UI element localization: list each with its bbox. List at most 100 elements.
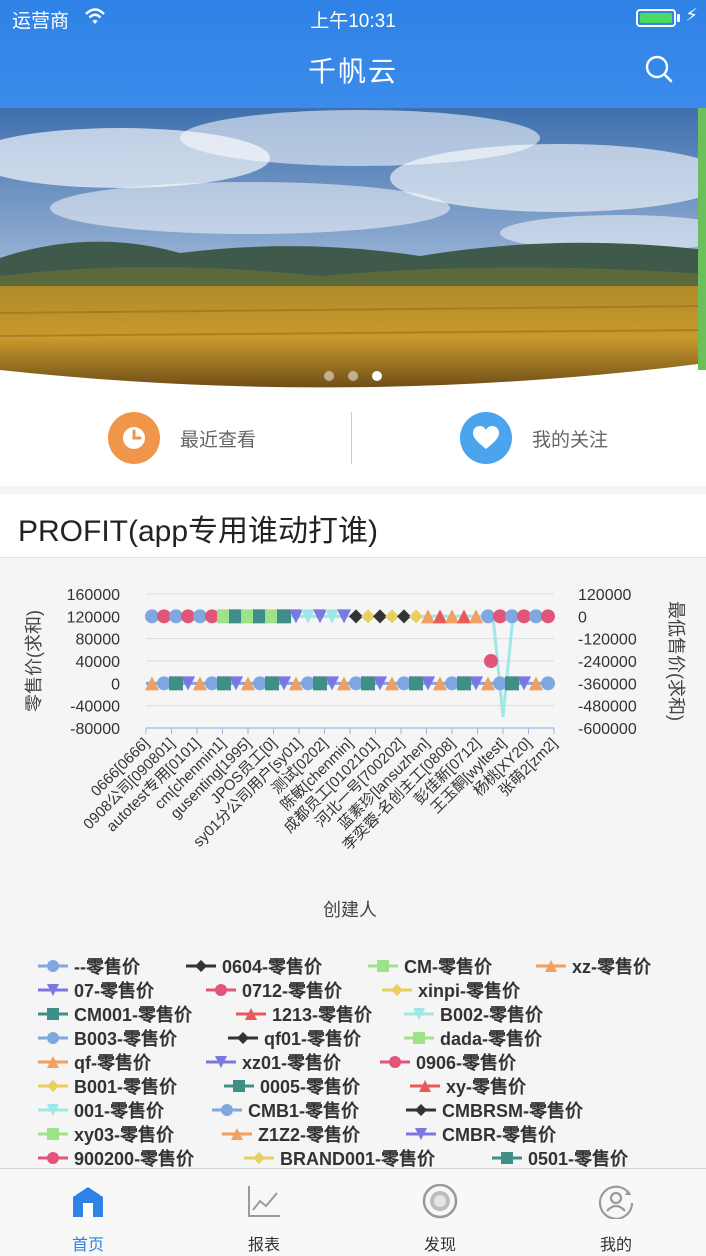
legend-item[interactable]: xz-零售价 [536,954,651,978]
legend-item[interactable]: B001-零售价 [38,1074,177,1098]
carousel-dots[interactable] [0,368,706,386]
chart-point [361,676,375,691]
legend-marker-icon [38,1032,68,1044]
legend-marker-icon [222,1128,252,1140]
banner-carousel[interactable] [0,108,706,390]
chart-point [385,609,399,624]
chart-point [493,609,507,624]
legend-item[interactable]: B002-零售价 [404,1002,543,1026]
tab-profile-label: 我的 [599,1237,632,1254]
chart-point [361,609,375,624]
report-header[interactable]: PROFIT(app专用谁动打谁) [0,494,706,558]
tab-bar: 首页 报表 发现 我的 [0,1168,706,1256]
chart-point [505,609,519,624]
y-left-tick-label: 120000 [67,609,120,626]
chart-point [529,609,543,624]
chart-point [505,676,519,691]
legend-marker-icon [228,1032,258,1044]
quick-link-recent[interactable]: 最近查看 [108,412,256,464]
chart-point [205,676,219,691]
status-bar: 运营商 上午10:31 ⚡ [0,0,706,36]
profile-icon [598,1185,634,1219]
legend-item[interactable]: 1213-零售价 [236,1002,372,1026]
charging-icon: ⚡ [685,5,698,25]
legend-marker-icon [536,960,566,972]
chart-point [169,609,183,624]
chart-point [517,609,531,624]
legend-label: xz-零售价 [572,957,652,977]
chart-icon [248,1186,280,1217]
chart-point [349,609,363,624]
legend-label: 0712-零售价 [242,981,343,1001]
y-left-tick-label: 40000 [76,654,121,671]
tab-discover-label: 发现 [423,1237,456,1254]
search-icon[interactable] [644,54,674,84]
legend-item[interactable]: 0005-零售价 [224,1074,360,1098]
chart-point [169,676,183,691]
legend-label: 0604-零售价 [222,957,323,977]
legend-item[interactable]: 001-零售价 [38,1098,164,1122]
legend-item[interactable]: 0712-零售价 [206,978,342,1002]
x-axis-title: 创建人 [323,900,377,920]
report-chart[interactable]: 160000 120000 80000 40000 0 -40000 -80000 12000… [0,576,706,1170]
legend-row: 07-零售价 0712-零售价 xinpi-零售价 [38,978,678,1002]
legend-item[interactable]: qf-零售价 [38,1050,151,1074]
legend-marker-icon [38,1008,68,1020]
chart-point [445,676,459,691]
legend-marker-icon [38,1152,68,1164]
tab-discover[interactable]: 发现 [352,1169,528,1256]
legend-item[interactable]: dada-零售价 [404,1026,542,1050]
quick-link-follow[interactable]: 我的关注 [460,412,608,464]
carousel-dot[interactable] [324,371,334,381]
legend-item[interactable]: 0501-零售价 [492,1146,628,1170]
legend-label: CMBR-零售价 [442,1125,556,1145]
legend-item[interactable]: CM-零售价 [368,954,492,978]
legend-marker-icon [406,1128,436,1140]
legend-marker-icon [380,1056,410,1068]
legend-marker-icon [244,1152,274,1164]
tab-profile[interactable]: 我的 [528,1169,704,1256]
landscape-image [0,108,706,390]
app-root: 运营商 上午10:31 ⚡ 千帆云 最近查看 我的关注 PROFIT(app专用… [0,0,706,1256]
chart-point [241,609,255,624]
legend-item[interactable]: xinpi-零售价 [382,978,520,1002]
chart-point [493,676,507,691]
legend-item[interactable]: CMBR-零售价 [406,1122,556,1146]
legend-marker-icon [38,960,68,972]
legend-item[interactable]: Z1Z2-零售价 [222,1122,360,1146]
status-time: 上午10:31 [310,11,396,32]
tab-home[interactable]: 首页 [0,1169,176,1256]
legend-item[interactable]: xz01-零售价 [206,1050,341,1074]
legend-label: 07-零售价 [74,981,155,1001]
chart-point [541,676,555,691]
legend-item[interactable]: qf01-零售价 [228,1026,361,1050]
chart-point [409,676,423,691]
legend-marker-icon [410,1080,440,1092]
legend-item[interactable]: BRAND001-零售价 [244,1146,435,1170]
legend-marker-icon [492,1152,522,1164]
legend-item[interactable]: CM001-零售价 [38,1002,192,1026]
legend-item[interactable]: --零售价 [38,954,140,978]
discover-icon [422,1183,458,1219]
legend-item[interactable]: xy-零售价 [410,1074,526,1098]
carousel-dot-active[interactable] [372,371,382,381]
tab-reports[interactable]: 报表 [176,1169,352,1256]
quick-links: 最近查看 我的关注 [0,390,706,486]
legend-item[interactable]: CMB1-零售价 [212,1098,359,1122]
legend-item[interactable]: B003-零售价 [38,1026,177,1050]
y-right-tick-label: -360000 [578,676,637,693]
legend-row: B001-零售价 0005-零售价 xy-零售价 [38,1074,678,1098]
legend-item[interactable]: 07-零售价 [38,978,154,1002]
legend-item[interactable]: 900200-零售价 [38,1146,194,1170]
legend-marker-icon [206,984,236,996]
legend-item[interactable]: 0906-零售价 [380,1050,516,1074]
legend-item[interactable]: 0604-零售价 [186,954,322,978]
legend-label: B001-零售价 [74,1077,178,1097]
chart-canvas: 160000 120000 80000 40000 0 -40000 -80000 12000… [24,587,686,920]
carousel-dot[interactable] [348,371,358,381]
top-bar: 运营商 上午10:31 ⚡ 千帆云 [0,0,706,108]
quick-link-recent-label: 最近查看 [180,429,257,451]
legend-item[interactable]: xy03-零售价 [38,1122,174,1146]
legend-marker-icon [38,1128,68,1140]
legend-item[interactable]: CMBRSM-零售价 [406,1098,583,1122]
